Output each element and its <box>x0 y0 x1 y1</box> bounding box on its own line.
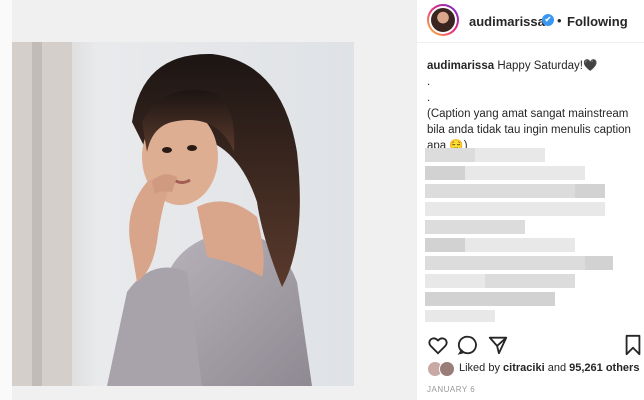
bookmark-icon[interactable] <box>623 334 643 356</box>
pixel-block <box>425 256 585 270</box>
pixel-block <box>465 166 585 180</box>
pixel-block <box>575 184 605 198</box>
page-backdrop <box>0 0 12 400</box>
black-heart-icon: 🖤 <box>583 60 598 72</box>
share-paper-plane-icon[interactable] <box>487 334 509 356</box>
post-header: audimarissa ✔ • Following <box>417 0 644 43</box>
pixel-block <box>425 148 475 162</box>
pixel-block <box>425 310 495 322</box>
post-date: JANUARY 6 <box>427 385 476 394</box>
comment-bubble-icon[interactable] <box>457 334 479 356</box>
caption-dot-2: . <box>427 92 431 104</box>
liker-avatar[interactable] <box>439 361 455 377</box>
pixel-block <box>425 238 465 252</box>
post-side-panel: audimarissa ✔ • Following audimarissa Ha… <box>416 0 644 400</box>
pixel-block <box>425 274 485 288</box>
likes-prefix: Liked by <box>459 362 500 374</box>
header-username[interactable]: audimarissa <box>469 14 545 29</box>
post-photo-illustration <box>12 42 354 386</box>
pixel-block <box>475 148 545 162</box>
pixel-block <box>425 166 465 180</box>
avatar-picture <box>431 8 455 32</box>
pixel-block <box>425 292 555 306</box>
post-photo[interactable] <box>12 42 354 386</box>
header-separator: • <box>557 13 562 28</box>
pixel-block <box>425 202 605 216</box>
avatar[interactable] <box>427 4 459 36</box>
pixel-block <box>485 274 575 288</box>
likes-connector: and <box>547 362 567 374</box>
verified-badge-icon: ✔ <box>542 14 554 26</box>
following-button[interactable]: Following <box>567 14 628 29</box>
caption-dot-1: . <box>427 76 431 88</box>
pixel-block <box>465 238 575 252</box>
likes-others-count[interactable]: 95,261 others <box>569 362 639 374</box>
action-bar <box>417 334 644 358</box>
pixel-block <box>585 256 613 270</box>
caption-text: Happy Saturday! <box>497 60 583 72</box>
liker-username[interactable]: citraciki <box>503 362 545 374</box>
heart-outline-icon[interactable] <box>427 334 449 356</box>
pixel-block <box>425 220 525 234</box>
post-caption: audimarissa Happy Saturday!🖤 . . (Captio… <box>427 58 637 154</box>
pixel-block <box>425 184 575 198</box>
caption-username[interactable]: audimarissa <box>427 60 494 72</box>
